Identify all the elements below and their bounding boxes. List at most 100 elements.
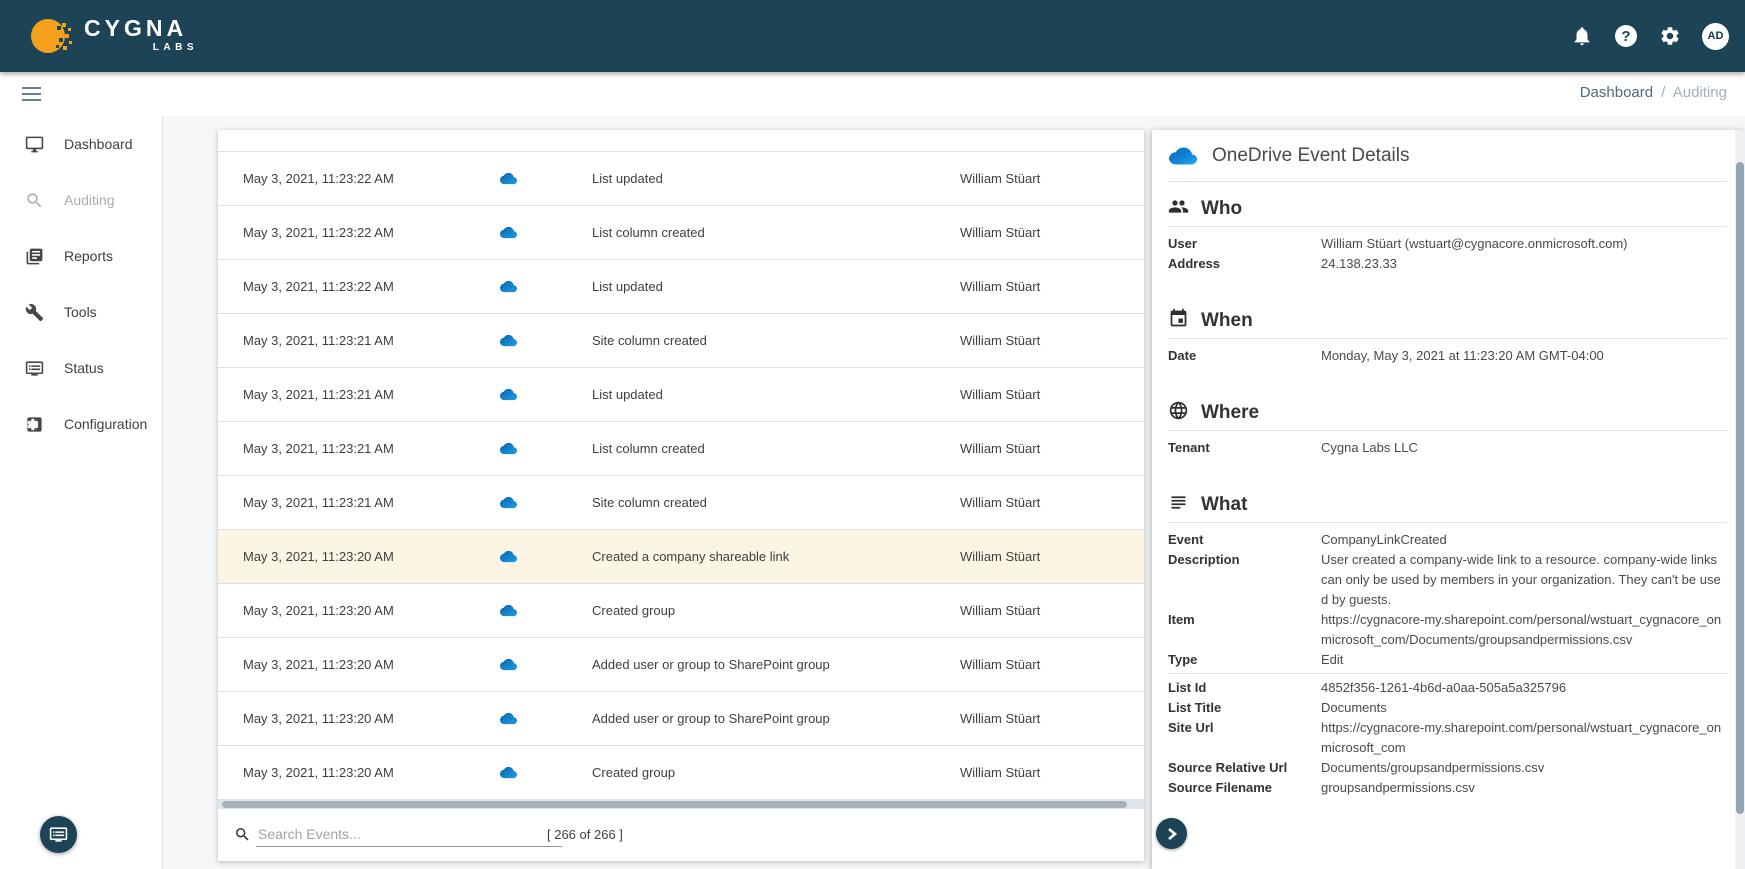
detail-row: Description User created a company-wide … <box>1168 550 1727 610</box>
menu-toggle-button[interactable] <box>22 87 41 101</box>
detail-value: Monday, May 3, 2021 at 11:23:20 AM GMT-0… <box>1321 346 1727 366</box>
results-count: [ 266 of 266 ] <box>547 827 623 842</box>
sidebar-item-status[interactable]: Status <box>0 340 162 396</box>
detail-row: Date Monday, May 3, 2021 at 11:23:20 AM … <box>1168 346 1727 366</box>
search-bar: [ 266 of 266 ] <box>218 809 1144 861</box>
table-row[interactable]: May 3, 2021, 11:23:20 AM Created group W… <box>218 746 1144 800</box>
onedrive-cloud-icon <box>500 548 517 565</box>
detail-value: groupsandpermissions.csv <box>1321 778 1727 798</box>
detail-value: William Stüart (wstuart@cygnacore.onmicr… <box>1321 234 1727 254</box>
configuration-icon <box>24 414 44 434</box>
onedrive-cloud-icon <box>500 278 517 295</box>
sidebar-item-reports[interactable]: Reports <box>0 228 162 284</box>
user-avatar[interactable]: AD <box>1702 23 1729 50</box>
detail-label: Item <box>1168 610 1321 650</box>
cygna-labs-logo[interactable]: CYGNA LABS <box>28 13 202 59</box>
panel-title: OneDrive Event Details <box>1212 145 1409 167</box>
breadcrumb-bar: Dashboard / Auditing <box>0 72 1745 116</box>
detail-value: Edit <box>1321 650 1727 670</box>
breadcrumb-dashboard-link[interactable]: Dashboard <box>1580 84 1653 101</box>
table-row[interactable]: May 3, 2021, 11:23:20 AM Created a compa… <box>218 530 1144 584</box>
horizontal-scrollbar[interactable] <box>218 800 1144 809</box>
detail-label: User <box>1168 234 1321 254</box>
help-button[interactable]: ? <box>1614 24 1638 48</box>
panel-section-who: Who User William Stüart (wstuart@cygnaco… <box>1168 195 1727 274</box>
detail-value: 24.138.23.33 <box>1321 254 1727 274</box>
notifications-button[interactable] <box>1570 24 1594 48</box>
breadcrumb-current: Auditing <box>1673 84 1727 101</box>
sidebar-item-tools[interactable]: Tools <box>0 284 162 340</box>
sidebar-item-auditing[interactable]: Auditing <box>0 172 162 228</box>
detail-label: Source Relative Url <box>1168 758 1321 778</box>
table-row[interactable]: May 3, 2021, 11:23:21 AM Site column cre… <box>218 476 1144 530</box>
panel-header: OneDrive Event Details <box>1168 130 1727 182</box>
sidebar-item-dashboard[interactable]: Dashboard <box>0 116 162 172</box>
panel-sections: Who User William Stüart (wstuart@cygnaco… <box>1168 195 1727 798</box>
events-table-body: May 3, 2021, 11:23:22 AM List updated Wi… <box>218 152 1144 800</box>
calendar-icon <box>1168 308 1189 334</box>
onedrive-cloud-icon <box>500 494 517 511</box>
detail-row: Source Relative Url Documents/groupsandp… <box>1168 758 1727 778</box>
detail-row: Source Filename groupsandpermissions.csv <box>1168 778 1727 798</box>
detail-label: Source Filename <box>1168 778 1321 798</box>
detail-value: https://cygnacore-my.sharepoint.com/pers… <box>1321 718 1727 758</box>
help-icon: ? <box>1615 25 1637 47</box>
desktop-icon <box>24 134 44 154</box>
cygna-logo-icon <box>28 13 74 59</box>
onedrive-cloud-icon <box>500 224 517 241</box>
detail-label: Site Url <box>1168 718 1321 758</box>
detail-row: Site Url https://cygnacore-my.sharepoint… <box>1168 718 1727 758</box>
bell-icon <box>1571 25 1593 47</box>
table-row[interactable]: May 3, 2021, 11:23:22 AM List updated Wi… <box>218 152 1144 206</box>
onedrive-cloud-icon <box>500 332 517 349</box>
brand-name: CYGNA <box>84 15 187 42</box>
people-icon <box>1168 196 1189 222</box>
detail-label: Date <box>1168 346 1321 366</box>
table-row[interactable]: May 3, 2021, 11:23:20 AM Created group W… <box>218 584 1144 638</box>
table-row[interactable]: May 3, 2021, 11:23:22 AM List column cre… <box>218 206 1144 260</box>
detail-label: Address <box>1168 254 1321 274</box>
onedrive-icon <box>1168 146 1198 166</box>
onedrive-cloud-icon <box>500 710 517 727</box>
support-chat-button[interactable] <box>40 816 77 853</box>
app-header: CYGNA LABS ? AD <box>0 0 1745 72</box>
detail-label: List Title <box>1168 698 1321 718</box>
detail-value: Cygna Labs LLC <box>1321 438 1727 458</box>
settings-button[interactable] <box>1658 24 1682 48</box>
panel-section-where: Where Tenant Cygna Labs LLC <box>1168 399 1727 458</box>
vertical-scrollbar[interactable] <box>1735 130 1745 869</box>
horizontal-scrollbar-thumb[interactable] <box>222 801 1127 808</box>
detail-row: List Title Documents <box>1168 698 1727 718</box>
table-row[interactable]: May 3, 2021, 11:23:21 AM Site column cre… <box>218 314 1144 368</box>
detail-row: User William Stüart (wstuart@cygnacore.o… <box>1168 234 1727 254</box>
next-event-button[interactable] <box>1156 818 1187 849</box>
event-details-panel: OneDrive Event Details Who User William … <box>1152 130 1745 869</box>
table-row-partial <box>218 130 1144 152</box>
detail-label: List Id <box>1168 678 1321 698</box>
sidebar: Dashboard Auditing Reports Tools Status … <box>0 116 163 869</box>
search-icon <box>24 190 44 210</box>
onedrive-cloud-icon <box>500 656 517 673</box>
table-row[interactable]: May 3, 2021, 11:23:20 AM Added user or g… <box>218 638 1144 692</box>
search-input[interactable] <box>256 823 562 847</box>
detail-label: Description <box>1168 550 1321 610</box>
detail-row: Address 24.138.23.33 <box>1168 254 1727 274</box>
panel-section-what: What Event CompanyLinkCreated Descriptio… <box>1168 491 1727 798</box>
detail-row: Type Edit <box>1168 650 1727 670</box>
breadcrumb: Dashboard / Auditing <box>1580 84 1727 101</box>
vertical-scrollbar-thumb[interactable] <box>1736 162 1744 814</box>
table-row[interactable]: May 3, 2021, 11:23:21 AM List updated Wi… <box>218 368 1144 422</box>
brand-sub-name: LABS <box>153 42 198 53</box>
detail-value: 4852f356-1261-4b6d-a0aa-505a5a325796 <box>1321 678 1727 698</box>
hamburger-icon <box>22 87 41 89</box>
sidebar-item-configuration[interactable]: Configuration <box>0 396 162 452</box>
table-row[interactable]: May 3, 2021, 11:23:20 AM Added user or g… <box>218 692 1144 746</box>
chevron-right-icon <box>1165 827 1179 841</box>
table-row[interactable]: May 3, 2021, 11:23:21 AM List column cre… <box>218 422 1144 476</box>
table-row[interactable]: May 3, 2021, 11:23:22 AM List updated Wi… <box>218 260 1144 314</box>
detail-label: Type <box>1168 650 1321 670</box>
onedrive-cloud-icon <box>500 602 517 619</box>
globe-icon <box>1168 400 1189 426</box>
detail-label: Event <box>1168 530 1321 550</box>
list-icon <box>1168 492 1189 518</box>
